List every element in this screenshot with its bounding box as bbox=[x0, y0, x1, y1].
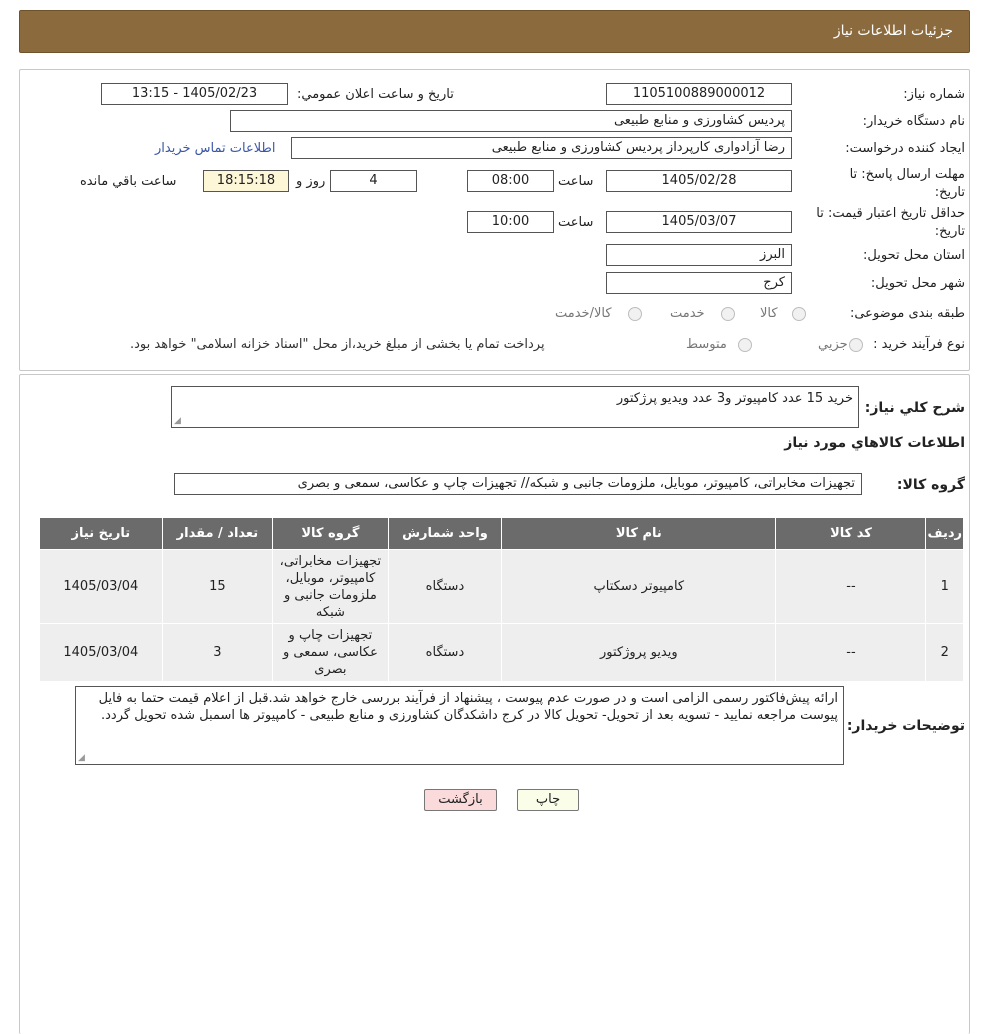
deadline-label: مهلت ارسال پاسخ: تا تاریخ: bbox=[849, 167, 965, 200]
col-goods-group: گروه كالا bbox=[272, 517, 389, 550]
buyer-org-field: پردیس کشاورزی و منابع طبیعی bbox=[230, 110, 792, 132]
deadline-time-label: ساعت bbox=[558, 174, 594, 189]
goods-group-label: گروه كالا: bbox=[896, 477, 965, 493]
remaining-label: ساعت باقي مانده bbox=[80, 174, 177, 189]
summary-text: خرید 15 عدد کامپیوتر و3 عدد ویدیو پرژکتو… bbox=[616, 391, 853, 406]
buyer-notes-label: توضيحات خريدار: bbox=[846, 718, 965, 734]
goods-section-title: اطلاعات كالاهاي مورد نياز bbox=[784, 435, 965, 451]
category-service-radio[interactable] bbox=[721, 307, 735, 321]
unit-cell: دستگاه bbox=[387, 623, 503, 682]
quantity-cell: 3 bbox=[161, 623, 274, 682]
category-both-radio[interactable] bbox=[628, 307, 642, 321]
table-row: 2 -- ویدیو پروژکتور دستگاه تجهیزات چاپ و… bbox=[39, 623, 964, 682]
back-button[interactable]: بازگشت bbox=[424, 789, 497, 811]
page-header: جزئیات اطلاعات نیاز bbox=[19, 10, 970, 53]
announce-datetime-field: 1405/02/23 - 13:15 bbox=[101, 83, 288, 105]
category-label: طبقه بندی موضوعی: bbox=[849, 306, 965, 321]
row-number-cell: 2 bbox=[925, 623, 964, 682]
creator-label: ايجاد كننده درخواست: bbox=[845, 141, 965, 156]
col-row-number: رديف bbox=[925, 517, 964, 550]
province-field: البرز bbox=[606, 244, 792, 266]
goods-code-cell: -- bbox=[775, 549, 927, 624]
need-date-cell: 1405/03/04 bbox=[39, 623, 163, 682]
table-header-row: رديف كد كالا نام كالا واحد شمارش گروه كا… bbox=[39, 517, 964, 550]
col-need-date: تاريخ نياز bbox=[39, 517, 163, 550]
deadline-time-field: 08:00 bbox=[467, 170, 554, 192]
row-number-cell: 1 bbox=[925, 549, 964, 624]
buyer-notes-text: ارائه پیش‌فاکتور رسمی الزامی است و در صو… bbox=[98, 691, 838, 723]
creator-field: رضا آزادواری کارپرداز پردیس کشاورزی و من… bbox=[291, 137, 792, 159]
col-quantity: تعداد / مقدار bbox=[161, 517, 274, 550]
goods-group-cell: تجهیزات چاپ و عکاسی، سمعی و بصری bbox=[272, 623, 389, 682]
validity-time-field: 10:00 bbox=[467, 211, 554, 233]
buyer-org-label: نام دستگاه خريدار: bbox=[862, 114, 965, 129]
col-goods-code: كد كالا bbox=[775, 517, 927, 550]
city-label: شهر محل تحويل: bbox=[870, 276, 965, 291]
process-minor-label: جزيي bbox=[818, 337, 848, 352]
need-date-cell: 1405/03/04 bbox=[39, 549, 163, 624]
category-goods-radio[interactable] bbox=[792, 307, 806, 321]
days-field: 4 bbox=[330, 170, 417, 192]
announce-label: تاریخ و ساعت اعلان عمومي: bbox=[297, 87, 454, 102]
buyer-notes-textarea: ارائه پیش‌فاکتور رسمی الزامی است و در صو… bbox=[75, 686, 844, 765]
province-label: استان محل تحويل: bbox=[863, 248, 965, 263]
need-number-label: شماره نیاز: bbox=[903, 87, 965, 102]
unit-cell: دستگاه bbox=[387, 549, 503, 624]
resize-grip-icon[interactable]: ◢ bbox=[174, 417, 181, 426]
goods-name-cell: ویدیو پروژکتور bbox=[501, 623, 777, 682]
goods-table: رديف كد كالا نام كالا واحد شمارش گروه كا… bbox=[39, 517, 964, 682]
page-title: جزئیات اطلاعات نیاز bbox=[833, 23, 953, 39]
summary-textarea: خرید 15 عدد کامپیوتر و3 عدد ویدیو پرژکتو… bbox=[171, 386, 859, 428]
col-unit: واحد شمارش bbox=[387, 517, 503, 550]
treasury-note: پرداخت تمام یا بخشی از مبلغ خرید،از محل … bbox=[130, 337, 545, 352]
goods-name-cell: کامپیوتر دسکتاپ bbox=[501, 549, 777, 624]
resize-grip-icon[interactable]: ◢ bbox=[78, 754, 85, 763]
need-number-field: 1105100889000012 bbox=[606, 83, 792, 105]
goods-group-field: تجهیزات مخابراتی، کامپیوتر، موبایل، ملزو… bbox=[174, 473, 862, 495]
quantity-cell: 15 bbox=[161, 549, 274, 624]
col-goods-name: نام كالا bbox=[501, 517, 777, 550]
process-medium-label: متوسط bbox=[686, 337, 727, 352]
validity-date-field: 1405/03/07 bbox=[606, 211, 792, 233]
table-row: 1 -- کامپیوتر دسکتاپ دستگاه تجهیزات مخاب… bbox=[39, 549, 964, 624]
days-label: روز و bbox=[296, 174, 326, 189]
print-button[interactable]: چاپ bbox=[517, 789, 579, 811]
goods-code-cell: -- bbox=[775, 623, 927, 682]
goods-group-cell: تجهیزات مخابراتی، کامپیوتر، موبایل، ملزو… bbox=[272, 549, 389, 624]
category-both-label: كالا/خدمت bbox=[555, 306, 612, 321]
buyer-contact-link[interactable]: اطلاعات تماس خریدار bbox=[155, 141, 275, 156]
category-service-label: خدمت bbox=[670, 306, 705, 321]
validity-time-label: ساعت bbox=[558, 215, 594, 230]
process-label: نوع فرآيند خريد : bbox=[873, 337, 965, 352]
process-medium-radio[interactable] bbox=[738, 338, 752, 352]
process-minor-radio[interactable] bbox=[849, 338, 863, 352]
deadline-date-field: 1405/02/28 bbox=[606, 170, 792, 192]
city-field: کرج bbox=[606, 272, 792, 294]
summary-label: شرح كلي نياز: bbox=[864, 400, 965, 416]
category-goods-label: كالا bbox=[760, 306, 778, 321]
remaining-time-field: 18:15:18 bbox=[203, 170, 289, 192]
validity-label: حداقل تاريخ اعتبار قيمت: تا تاريخ: bbox=[816, 206, 965, 239]
